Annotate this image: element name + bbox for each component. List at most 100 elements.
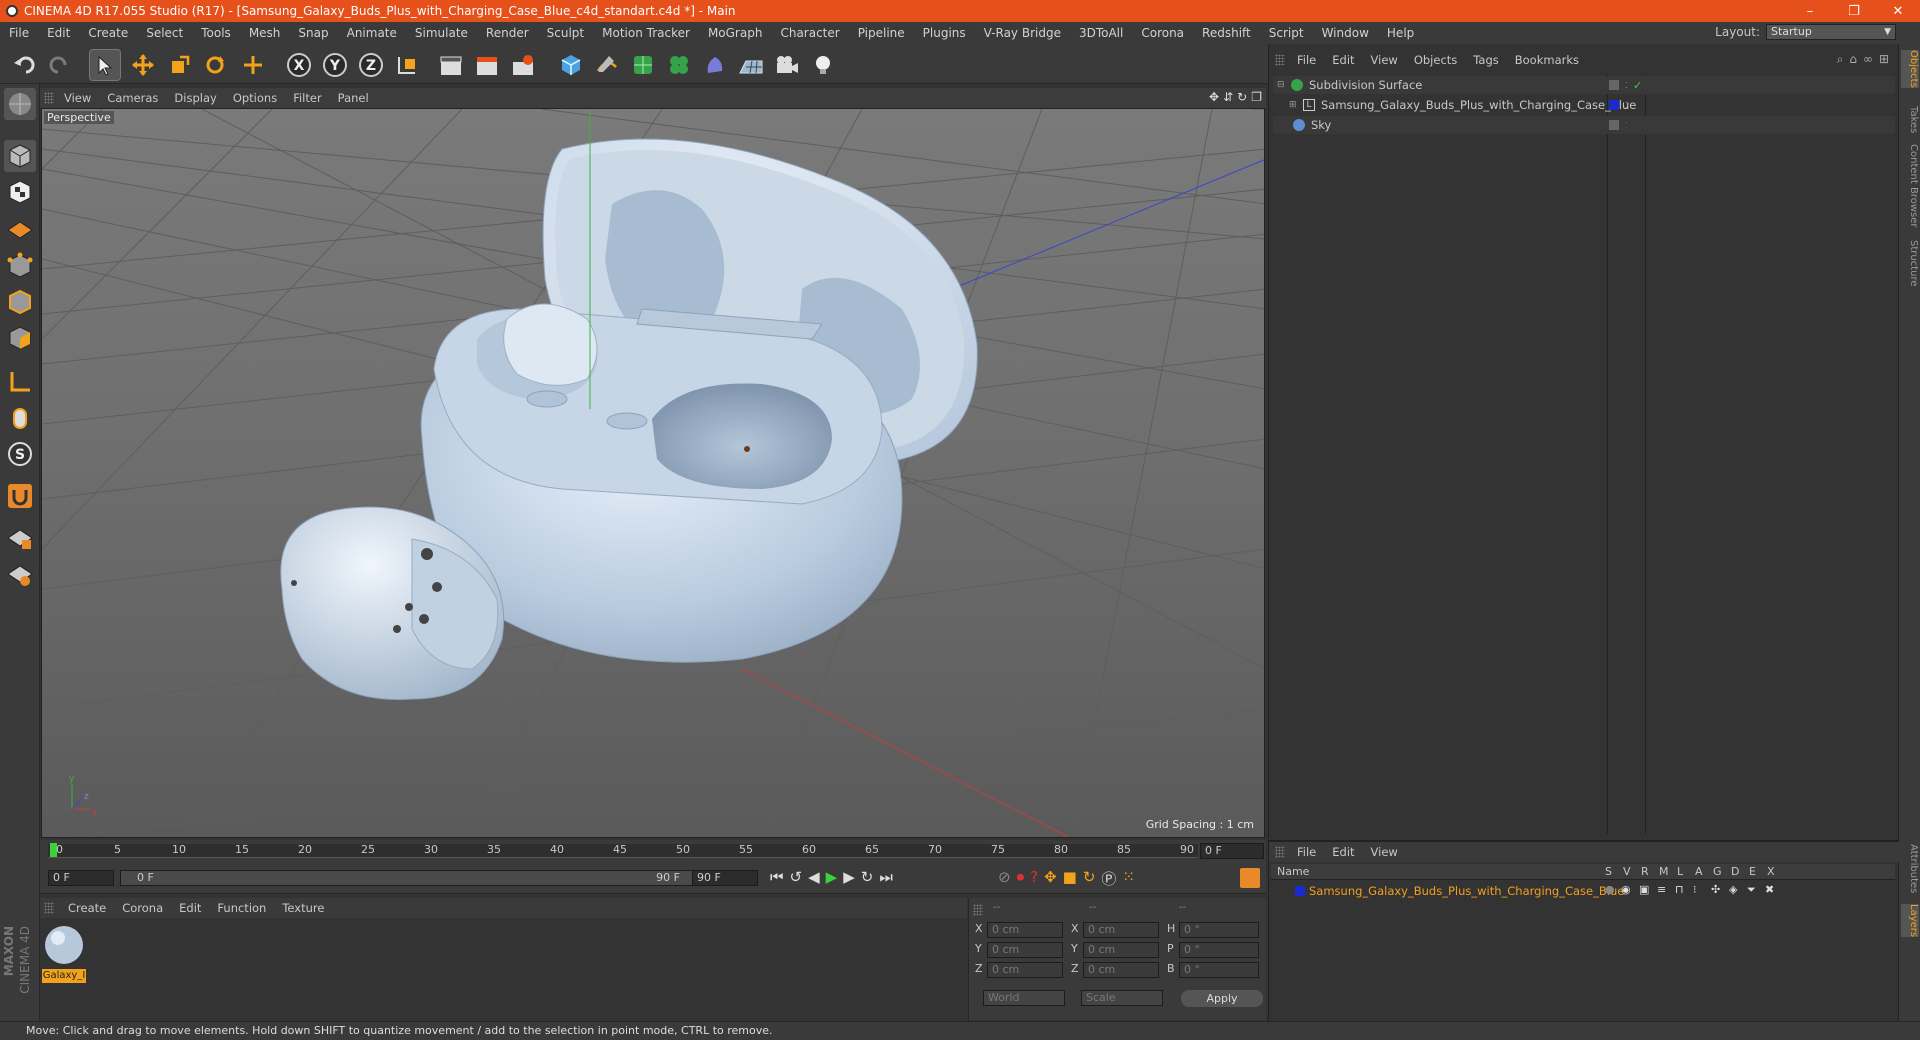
timeline-window-button[interactable] [1240,868,1260,888]
lock-workplane-button[interactable] [4,522,36,554]
visibility-dots-icon[interactable]: ⁚ [1625,81,1628,90]
menu-mograph[interactable]: MoGraph [699,26,772,40]
close-button[interactable]: ✕ [1876,0,1920,22]
menu-window[interactable]: Window [1313,26,1378,40]
tab-objects[interactable]: Objects [1901,50,1919,88]
viewport-menu-options[interactable]: Options [225,91,285,105]
rot-p-field[interactable]: 0 ° [1179,942,1259,958]
viewport-label[interactable]: Perspective [44,111,114,124]
tab-takes[interactable]: Takes [1901,106,1919,133]
start-frame-field[interactable]: 0 F [48,870,114,886]
layer-solo-icon[interactable]: ● [1605,883,1615,896]
layer-menu-view[interactable]: View [1363,845,1406,859]
size-z-field[interactable]: 0 cm [1083,962,1159,978]
layer-lock-icon[interactable]: ⊓ [1675,883,1684,896]
live-selection-button[interactable] [89,49,121,81]
pos-y-field[interactable]: 0 cm [987,942,1063,958]
object-menu-tags[interactable]: Tags [1465,53,1506,67]
layer-manager-icon[interactable]: ≡ [1657,883,1666,896]
viewport-zoom-icon[interactable]: ⇵ [1223,90,1233,104]
layer-visible-icon[interactable]: ◉ [1621,883,1631,896]
layer-row[interactable]: Samsung_Galaxy_Buds_Plus_with_Charging_C… [1271,882,1895,900]
layer-xref-icon[interactable]: ✖ [1765,883,1774,896]
polygons-mode-button[interactable] [4,322,36,354]
points-mode-button[interactable] [4,250,36,282]
axis-mode-button[interactable] [4,366,36,398]
edges-mode-button[interactable] [4,286,36,318]
tweak-mode-button[interactable] [4,402,36,434]
render-view-button[interactable] [436,50,466,80]
magnet-button[interactable] [4,480,36,512]
next-key-icon[interactable]: ↻ [861,868,874,886]
autokey-icon[interactable]: ⏺ [1017,868,1025,889]
prev-frame-icon[interactable]: ◀ [808,868,820,886]
link-icon[interactable]: ∞ [1863,52,1873,67]
layer-animation-icon[interactable]: ⁝ [1693,883,1697,896]
coordinate-system-button[interactable] [392,50,422,80]
menu-corona[interactable]: Corona [1132,26,1193,40]
viewport-rotate-icon[interactable]: ↻ [1237,90,1247,104]
minimize-button[interactable]: – [1788,0,1832,22]
key-rotation-icon[interactable]: ↻ [1083,868,1096,889]
material-menu-create[interactable]: Create [60,901,114,915]
home-icon[interactable]: ⌂ [1849,52,1857,67]
pen-spline-button[interactable] [592,50,622,80]
goto-end-icon[interactable]: ⏭ [879,868,893,886]
tab-content-browser[interactable]: Content Browser [1901,144,1919,227]
enabled-check-icon[interactable]: ✓ [1633,79,1642,92]
material-swatch[interactable]: Galaxy_I [42,924,86,983]
collapse-icon[interactable]: ⊟ [1277,80,1289,90]
tab-attributes[interactable]: Attributes [1901,844,1919,893]
prev-key-icon[interactable]: ↺ [790,868,803,886]
object-row[interactable]: Sky ⁚ [1273,116,1895,134]
viewport-menu-cameras[interactable]: Cameras [99,91,166,105]
layer-deformers-icon[interactable]: ◈ [1729,883,1737,896]
layer-render-icon[interactable]: ▣ [1639,883,1649,896]
material-menu-function[interactable]: Function [209,901,274,915]
scale-tool-button[interactable] [164,50,194,80]
scale-select[interactable]: Scale [1081,990,1163,1006]
menu-sculpt[interactable]: Sculpt [538,26,593,40]
keyframe-selection-icon[interactable]: ? [1030,868,1038,889]
restore-button[interactable]: ❐ [1832,0,1876,22]
light-button[interactable] [808,50,838,80]
play-icon[interactable]: ▶ [826,868,838,886]
deformer-button[interactable] [700,50,730,80]
key-param-icon[interactable]: Ⓟ [1101,868,1116,889]
menu-script[interactable]: Script [1260,26,1313,40]
recent-tool-button[interactable] [238,50,268,80]
menu-snap[interactable]: Snap [289,26,337,40]
subdivision-surface-button[interactable] [628,50,658,80]
menu-pipeline[interactable]: Pipeline [849,26,914,40]
move-tool-button[interactable] [128,50,158,80]
texture-mode-button[interactable] [4,176,36,208]
menu-motion-tracker[interactable]: Motion Tracker [593,26,699,40]
object-menu-edit[interactable]: Edit [1324,53,1362,67]
model-mode-button[interactable] [4,140,36,172]
next-frame-icon[interactable]: ▶ [843,868,855,886]
snap-button[interactable]: S [4,438,36,470]
make-editable-button[interactable] [4,88,36,120]
layer-generators-icon[interactable]: ✣ [1711,883,1720,896]
apply-button[interactable]: Apply [1181,990,1263,1007]
y-axis-button[interactable]: Y [320,50,350,80]
layout-select[interactable]: Startup ▼ [1766,24,1896,40]
viewport-menu-filter[interactable]: Filter [285,91,329,105]
perspective-viewport[interactable]: y z x Perspective Grid Spacing : 1 cm [41,108,1265,838]
menu-3dtoall[interactable]: 3DToAll [1070,26,1132,40]
menu-edit[interactable]: Edit [38,26,79,40]
frame-range-slider[interactable]: 0 F 90 F [120,870,695,886]
viewport-move-icon[interactable]: ✥ [1209,90,1219,104]
rot-b-field[interactable]: 0 ° [1179,962,1259,978]
menu-help[interactable]: Help [1378,26,1423,40]
tab-layers[interactable]: Layers [1901,904,1919,938]
menu-redshift[interactable]: Redshift [1193,26,1260,40]
current-frame-field[interactable]: 0 F [1200,843,1264,859]
menu-tools[interactable]: Tools [192,26,240,40]
cube-object-button[interactable] [556,50,586,80]
expand-icon[interactable]: ⊞ [1879,52,1889,67]
record-keys-icon[interactable]: ⊘ [998,868,1011,889]
key-scale-icon[interactable]: ■ [1063,868,1077,889]
cloner-button[interactable] [664,50,694,80]
undo-button[interactable] [10,50,40,80]
